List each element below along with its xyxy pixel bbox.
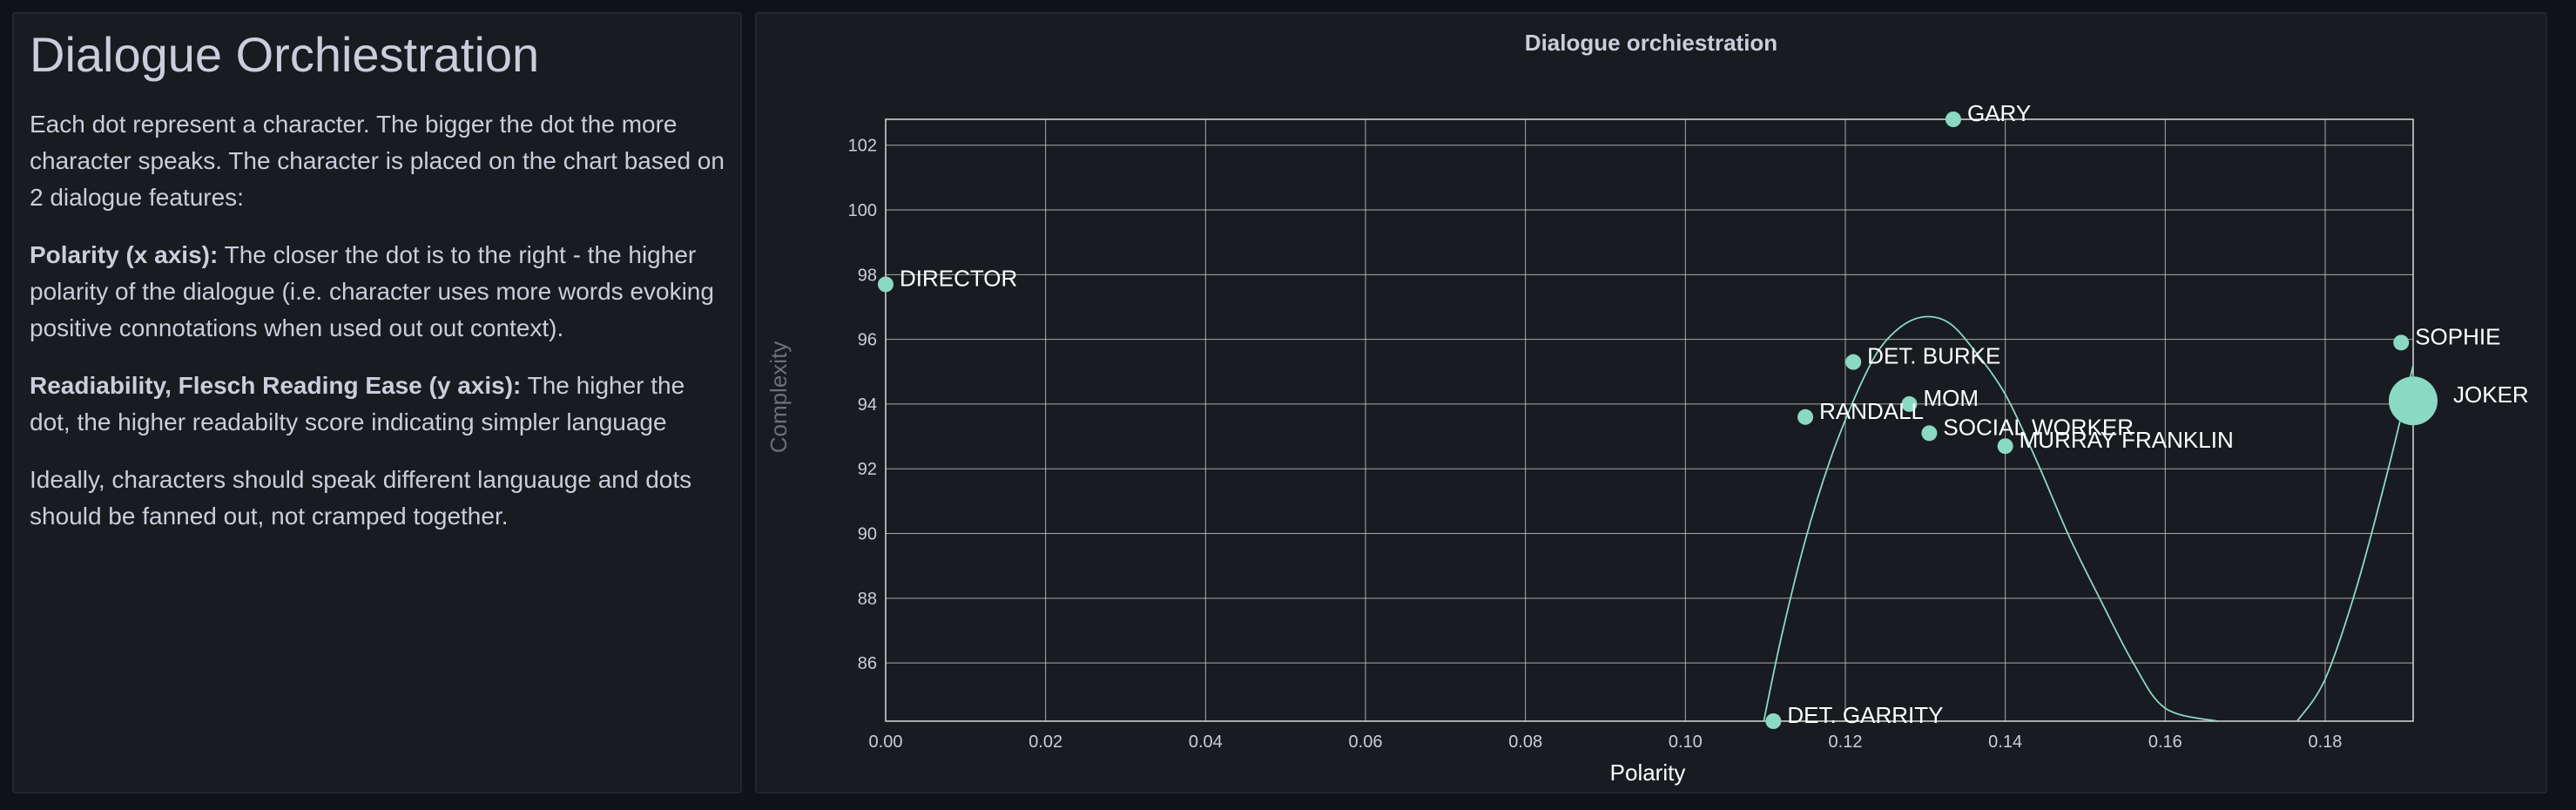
- description-panel: Dialogue Orchiestration Each dot represe…: [12, 12, 742, 793]
- chart-panel: Dialogue orchiestration 0.00 0.02 0.04 0.06…: [755, 12, 2547, 793]
- x-tick-label: 0.16: [2148, 732, 2182, 752]
- x-tick-label: 0.06: [1349, 732, 1383, 752]
- trend-curve: [2296, 365, 2413, 721]
- polarity-paragraph: Polarity (x axis): The closer the dot is…: [30, 237, 725, 347]
- y-tick-label: 94: [858, 395, 877, 415]
- y-tick-label: 100: [848, 201, 877, 220]
- y-tick-label: 90: [858, 525, 877, 544]
- point-label-det-garrity: DET. GARRITY: [1787, 702, 1943, 728]
- x-axis-label: Polarity: [1610, 759, 1686, 786]
- point-gary[interactable]: [1945, 111, 1961, 127]
- closing-paragraph: Ideally, characters should speak differe…: [30, 465, 692, 530]
- point-randall[interactable]: [1797, 408, 1814, 425]
- point-label-det-burke: DET. BURKE: [1867, 343, 2000, 369]
- x-tick-label: 0.14: [1988, 732, 2022, 752]
- point-label-mom: MOM: [1923, 385, 1979, 411]
- x-tick-label: 0.02: [1028, 732, 1062, 752]
- point-murray-franklin[interactable]: [1997, 438, 2013, 455]
- point-joker[interactable]: [2389, 376, 2438, 426]
- point-label-murray-franklin: MURRAY FRANKLIN: [2020, 427, 2234, 453]
- x-tick-label: 0.18: [2309, 732, 2343, 752]
- polarity-heading: Polarity (x axis):: [30, 240, 219, 268]
- y-tick-label: 92: [858, 460, 877, 479]
- readability-heading: Readiability, Flesch Reading Ease (y axi…: [30, 371, 522, 399]
- point-det-burke[interactable]: [1845, 354, 1862, 370]
- point-label-director: DIRECTOR: [900, 265, 1017, 291]
- point-det-garrity[interactable]: [1765, 713, 1782, 729]
- intro-paragraph: Each dot represent a character. The bigg…: [30, 110, 725, 211]
- chart-title: Dialogue orchiestration: [1525, 30, 1777, 56]
- y-tick-label: 98: [858, 266, 877, 285]
- point-label-gary: GARY: [1967, 100, 2031, 126]
- x-tick-label: 0.00: [869, 732, 903, 752]
- y-axis-label: Complexity: [765, 341, 792, 454]
- point-label-randall: RANDALL: [1819, 398, 1924, 424]
- data-points: GARY DIRECTOR SOPHIE JOKER DET. BURKE MOMRAND…: [878, 100, 2529, 729]
- x-tick-label: 0.12: [1829, 732, 1863, 752]
- y-tick-label: 102: [848, 137, 877, 156]
- scatter-chart: Dialogue orchiestration 0.00 0.02 0.04 0.06…: [765, 30, 2529, 786]
- trend-curve: [1763, 315, 2218, 721]
- point-social-worker[interactable]: [1921, 425, 1938, 442]
- x-tick-label: 0.08: [1508, 732, 1542, 752]
- y-tick-label: 96: [858, 331, 877, 350]
- trend-curves: [1763, 315, 2413, 721]
- point-label-joker: JOKER: [2453, 381, 2529, 408]
- x-tick-label: 0.10: [1669, 732, 1703, 752]
- y-tick-label: 86: [858, 654, 877, 673]
- page-title: Dialogue Orchiestration: [30, 27, 540, 82]
- point-sophie[interactable]: [2393, 334, 2410, 351]
- readability-paragraph: Readiability, Flesch Reading Ease (y axi…: [30, 368, 725, 441]
- point-label-sophie: SOPHIE: [2415, 323, 2500, 349]
- point-director[interactable]: [878, 276, 894, 293]
- x-tick-label: 0.04: [1189, 732, 1223, 752]
- y-tick-label: 88: [858, 590, 877, 609]
